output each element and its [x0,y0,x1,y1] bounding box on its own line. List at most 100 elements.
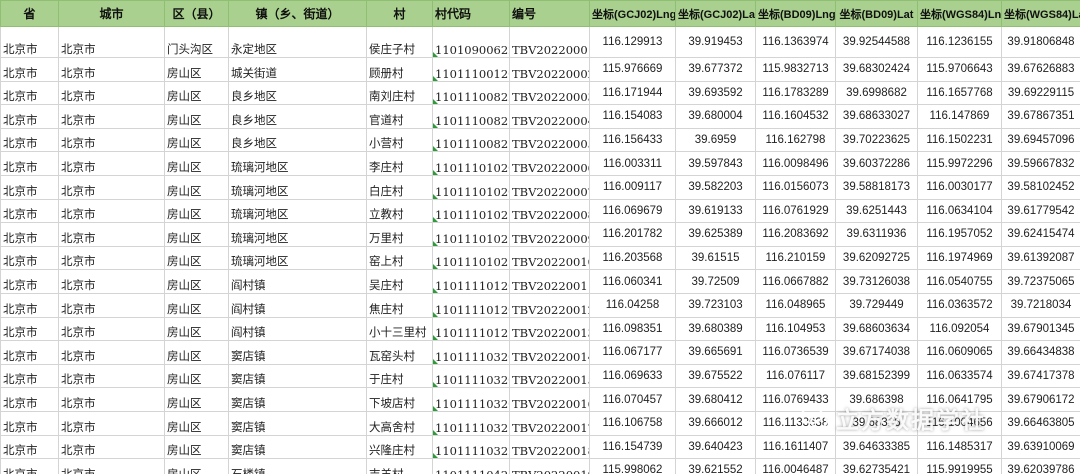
cell-town[interactable]: 窦店镇 [228,340,367,365]
cell-bd09-lng[interactable]: 116.104953 [755,316,836,342]
cell-village[interactable]: 吴庄村 [366,269,433,294]
cell-gcj02-lng[interactable]: 116.04258 [589,292,676,318]
cell-village[interactable]: 南刘庄村 [366,80,433,106]
cell-village[interactable]: 立教村 [366,198,433,224]
cell-serial[interactable]: TBV20220010 [509,245,590,271]
cell-bd09-lat[interactable]: 39.73126038 [835,269,918,294]
cell-village-code[interactable]: 110111103208 [432,363,510,389]
cell-wgs84-lat[interactable]: 39.91806848 [1001,26,1080,58]
cell-wgs84-lat[interactable]: 39.61779542 [1001,198,1080,224]
cell-city[interactable]: 北京市 [58,151,165,176]
cell-city[interactable]: 北京市 [58,410,165,436]
cell-village[interactable]: 吉羊村 [366,458,433,474]
cell-wgs84-lng[interactable]: 116.0609065 [917,340,1002,365]
cell-gcj02-lat[interactable]: 39.61515 [675,245,756,271]
cell-wgs84-lng[interactable]: 116.0363572 [917,292,1002,318]
cell-bd09-lat[interactable]: 39.58818173 [835,174,918,200]
cell-village-code[interactable]: 110111001200 [432,57,510,82]
cell-wgs84-lat[interactable]: 39.69229115 [1001,80,1080,106]
cell-province[interactable]: 北京市 [0,198,59,224]
cell-village[interactable]: 侯庄子村 [366,26,433,58]
cell-gcj02-lat[interactable]: 39.72509 [675,269,756,294]
cell-province[interactable]: 北京市 [0,363,59,389]
cell-city[interactable]: 北京市 [58,222,165,247]
cell-bd09-lat[interactable]: 39.68302424 [835,57,918,82]
cell-wgs84-lng[interactable]: 116.0030177 [917,174,1002,200]
header-town[interactable]: 镇（乡、街道） [228,0,367,27]
cell-bd09-lat[interactable]: 39.68633027 [835,104,918,129]
cell-bd09-lat[interactable]: 39.60372286 [835,151,918,176]
cell-wgs84-lat[interactable]: 39.66463805 [1001,410,1080,436]
cell-village[interactable]: 窑上村 [366,245,433,271]
cell-gcj02-lng[interactable]: 116.069633 [589,363,676,389]
cell-bd09-lng[interactable]: 116.1604532 [755,104,836,129]
cell-wgs84-lat[interactable]: 39.67901345 [1001,316,1080,342]
cell-serial[interactable]: TBV20220011 [509,269,590,294]
cell-bd09-lat[interactable]: 39.6251443 [835,198,918,224]
cell-city[interactable]: 北京市 [58,198,165,224]
cell-district[interactable]: 房山区 [164,80,229,106]
cell-village-code[interactable]: 110111101208 [432,269,510,294]
cell-serial[interactable]: TBV20220015 [509,363,590,389]
cell-village-code[interactable]: 110109006220 [432,26,510,58]
cell-district[interactable]: 房山区 [164,387,229,412]
cell-city[interactable]: 北京市 [58,434,165,460]
cell-serial[interactable]: TBV20220006 [509,151,590,176]
cell-gcj02-lng[interactable]: 116.154739 [589,434,676,460]
cell-town[interactable]: 阎村镇 [228,292,367,318]
cell-city[interactable]: 北京市 [58,57,165,82]
cell-serial[interactable]: TBV20220005 [509,127,590,153]
cell-bd09-lng[interactable]: 116.1363974 [755,26,836,58]
cell-bd09-lng[interactable]: 116.0046487 [755,458,836,474]
cell-gcj02-lng[interactable]: 116.060341 [589,269,676,294]
cell-village-code[interactable]: 110111010236 [432,222,510,247]
cell-village-code[interactable]: 110111010202 [432,151,510,176]
cell-town[interactable]: 良乡地区 [228,104,367,129]
cell-province[interactable]: 北京市 [0,26,59,58]
cell-serial[interactable]: TBV20220001 [509,26,590,58]
cell-bd09-lng[interactable]: 116.1783289 [755,80,836,106]
cell-district[interactable]: 房山区 [164,151,229,176]
cell-village-code[interactable]: 110111101217 [432,316,510,342]
cell-wgs84-lat[interactable]: 39.7218034 [1001,292,1080,318]
cell-gcj02-lat[interactable]: 39.693592 [675,80,756,106]
cell-city[interactable]: 北京市 [58,292,165,318]
cell-gcj02-lng[interactable]: 116.106758 [589,410,676,436]
cell-town[interactable]: 窦店镇 [228,410,367,436]
cell-village[interactable]: 瓦窑头村 [366,340,433,365]
cell-city[interactable]: 北京市 [58,269,165,294]
cell-village-code[interactable]: 110111010238 [432,245,510,271]
cell-gcj02-lat[interactable]: 39.597843 [675,151,756,176]
cell-bd09-lat[interactable]: 39.62092725 [835,245,918,271]
cell-bd09-lat[interactable]: 39.70223625 [835,127,918,153]
header-bd09-lng[interactable]: 坐标(BD09)Lng [755,0,836,27]
cell-bd09-lat[interactable]: 39.68603634 [835,316,918,342]
cell-serial[interactable]: TBV20220018 [509,434,590,460]
cell-town[interactable]: 良乡地区 [228,80,367,106]
cell-bd09-lng[interactable]: 116.0098496 [755,151,836,176]
cell-province[interactable]: 北京市 [0,410,59,436]
cell-village-code[interactable]: 110111103209 [432,387,510,412]
cell-village[interactable]: 于庄村 [366,363,433,389]
header-bd09-lat[interactable]: 坐标(BD09)Lat [835,0,918,27]
cell-province[interactable]: 北京市 [0,458,59,474]
cell-wgs84-lng[interactable]: 116.0633574 [917,363,1002,389]
cell-bd09-lng[interactable]: 116.162798 [755,127,836,153]
header-village-code[interactable]: 村代码 [432,0,510,27]
cell-bd09-lat[interactable]: 39.729449 [835,292,918,318]
cell-bd09-lng[interactable]: 116.076117 [755,363,836,389]
cell-village-code[interactable]: 110111008226 [432,80,510,106]
cell-district[interactable]: 门头沟区 [164,26,229,58]
cell-bd09-lng[interactable]: 116.0156073 [755,174,836,200]
cell-bd09-lat[interactable]: 39.92544588 [835,26,918,58]
header-province[interactable]: 省 [0,0,59,27]
cell-town[interactable]: 窦店镇 [228,434,367,460]
cell-serial[interactable]: TBV20220002 [509,57,590,82]
cell-gcj02-lat[interactable]: 39.680389 [675,316,756,342]
cell-town[interactable]: 良乡地区 [228,127,367,153]
cell-serial[interactable]: TBV20220019 [509,458,590,474]
cell-village[interactable]: 李庄村 [366,151,433,176]
cell-bd09-lng[interactable]: 116.0761929 [755,198,836,224]
cell-city[interactable]: 北京市 [58,245,165,271]
cell-province[interactable]: 北京市 [0,80,59,106]
